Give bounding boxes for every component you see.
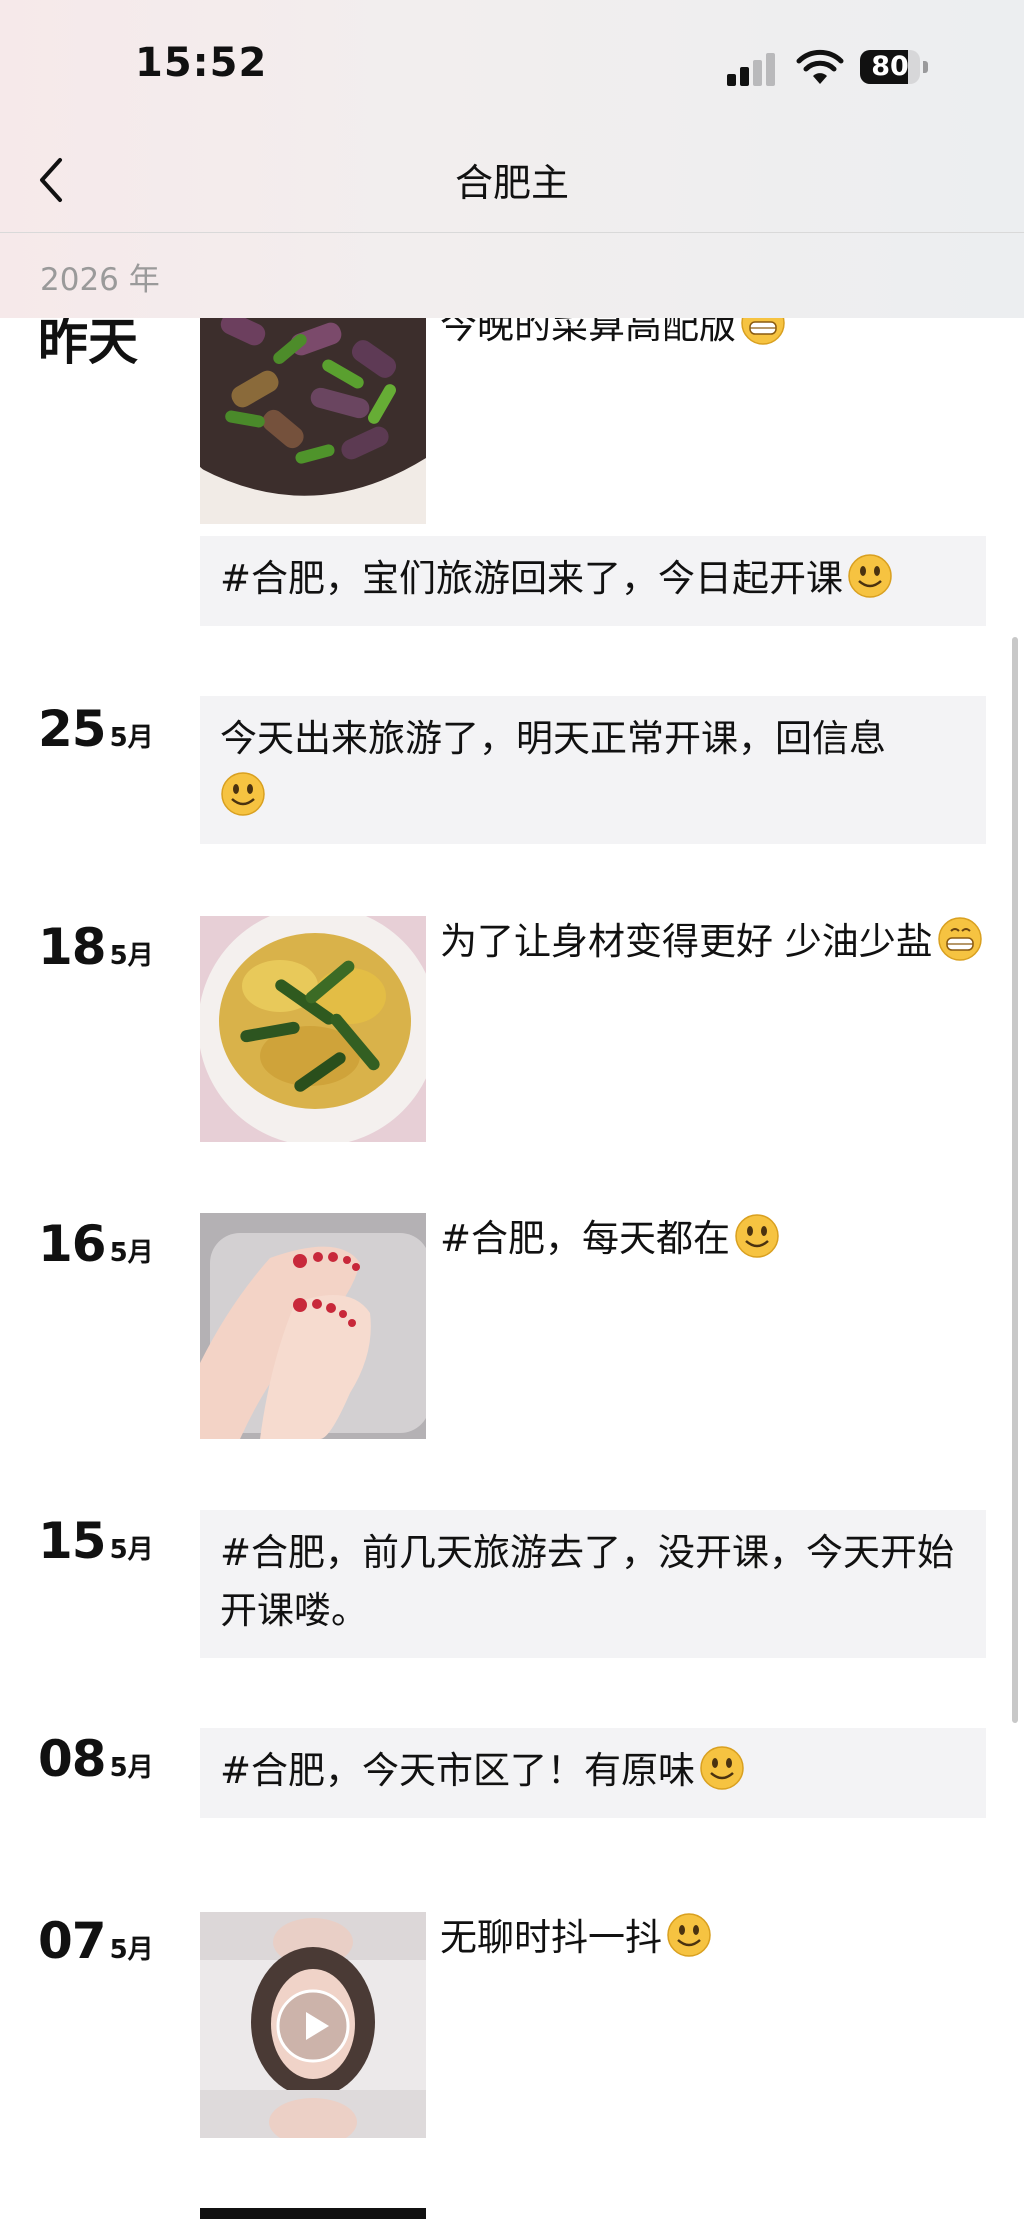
post-date: 18 5月 [38, 918, 154, 976]
post-date: 08 5月 [38, 1730, 154, 1788]
post-image-feet[interactable] [200, 1213, 426, 1439]
grin-emoji [938, 917, 982, 961]
smile-emoji [221, 772, 265, 816]
wifi-icon [796, 49, 844, 84]
smile-emoji [700, 1746, 744, 1790]
post-date-day: 07 [38, 1912, 107, 1970]
signal-icon [727, 52, 779, 86]
post-date-day: 25 [38, 700, 107, 758]
post-text-card[interactable]: #合肥，前几天旅游去了，没开课，今天开始开课喽。 [200, 1510, 986, 1658]
scrollbar[interactable] [1012, 637, 1018, 1723]
status-time: 15:52 [135, 40, 268, 86]
header-divider [0, 232, 1024, 233]
post-text: 为了让身材变得更好 少油少盐 [440, 912, 990, 972]
post-date-month: 5月 [109, 941, 154, 971]
post-video-thumbnail[interactable] [200, 1912, 426, 2138]
post-date-day: 08 [38, 1730, 107, 1788]
post-date-month: 5月 [109, 1935, 154, 1965]
battery-icon: 80 [860, 50, 930, 86]
post-date-month: 5月 [109, 1238, 154, 1268]
moments-feed: 昨天 今晚的菜算高配版 #合肥，宝们旅游回来了，今日起开课 25 5月 今天出来… [0, 0, 1024, 2219]
post-date-day: 16 [38, 1215, 107, 1273]
post-image-next[interactable] [200, 2208, 426, 2219]
smile-emoji [667, 1913, 711, 1957]
post-text: #合肥，每天都在 [440, 1209, 990, 1269]
post-date: 16 5月 [38, 1215, 154, 1273]
post-text-card[interactable]: #合肥，今天市区了！有原味 [200, 1728, 986, 1818]
post-date: 25 5月 [38, 700, 154, 758]
post-image-egg-dish[interactable] [200, 916, 426, 1142]
post-date-month: 5月 [109, 1753, 154, 1783]
post-text-card[interactable]: 今天出来旅游了，明天正常开课，回信息 [200, 696, 986, 844]
post-date-day: 15 [38, 1512, 107, 1570]
header: 15:52 80 合肥主 2026 年 [0, 0, 1024, 318]
post-image-eggplant[interactable] [200, 298, 426, 524]
post-date: 07 5月 [38, 1912, 154, 1970]
post-date: 15 5月 [38, 1512, 154, 1570]
post-date-month: 5月 [109, 723, 154, 753]
post-text: 无聊时抖一抖 [440, 1908, 990, 1968]
play-icon[interactable] [275, 1988, 351, 2064]
post-date-month: 5月 [109, 1535, 154, 1565]
smile-emoji [848, 554, 892, 598]
year-label: 2026 年 [40, 262, 160, 298]
post-text-card[interactable]: #合肥，宝们旅游回来了，今日起开课 [200, 536, 986, 626]
battery-level: 80 [871, 51, 909, 82]
page-title: 合肥主 [454, 161, 569, 205]
post-date-day: 18 [38, 918, 107, 976]
smile-emoji [735, 1214, 779, 1258]
